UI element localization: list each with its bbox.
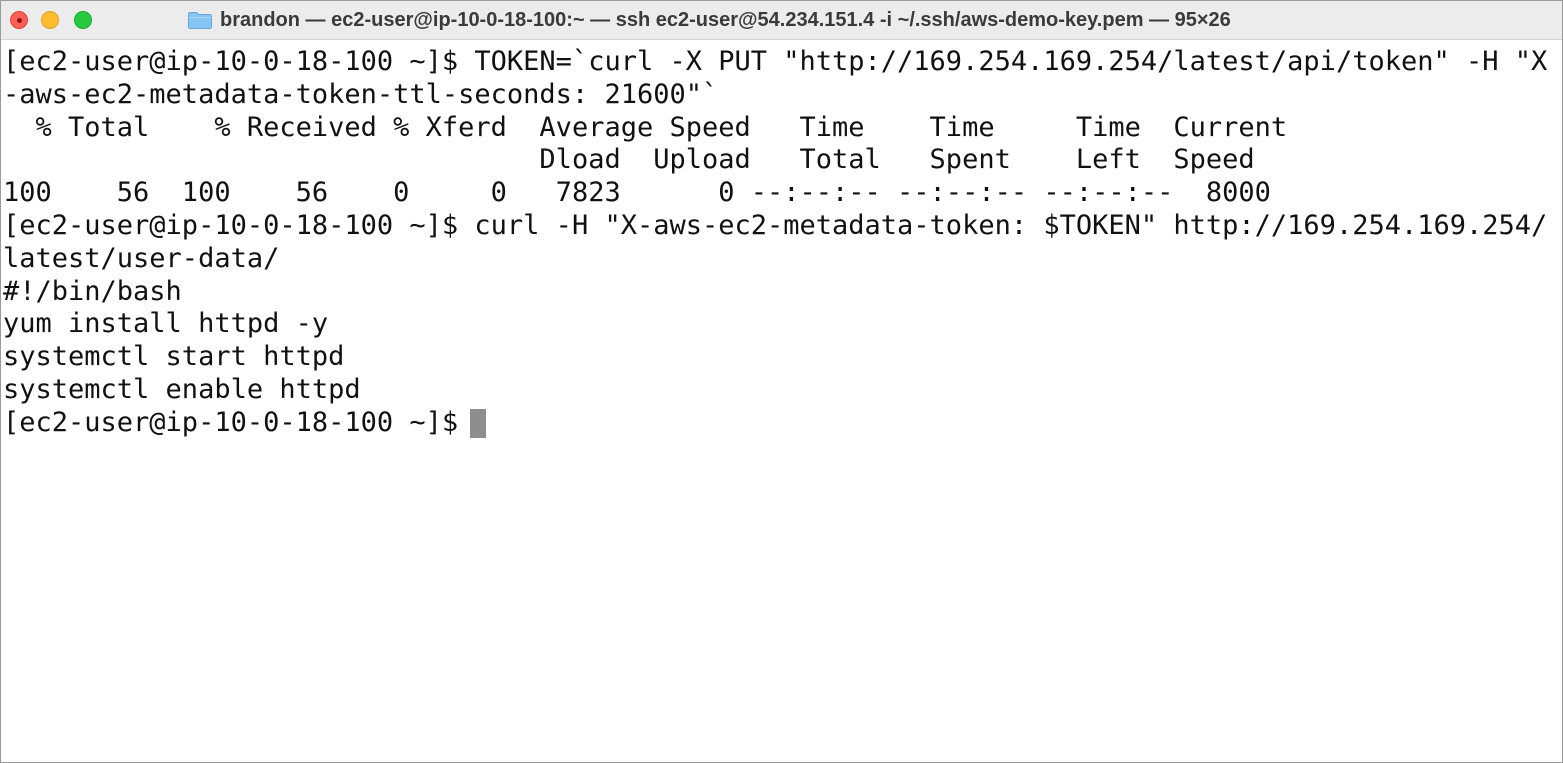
terminal-line: [ec2-user@ip-10-0-18-100 ~]$ TOKEN=`curl… [3,46,1548,77]
close-icon [17,18,22,23]
terminal-line: latest/user-data/ [3,242,280,274]
terminal-line: % Total % Received % Xferd Average Speed… [3,111,1288,143]
current-prompt-line[interactable]: [ec2-user@ip-10-0-18-100 ~]$ [3,407,1562,440]
shell-prompt: [ec2-user@ip-10-0-18-100 ~]$ [3,406,459,438]
minimize-button[interactable] [41,11,59,29]
zoom-button[interactable] [74,11,92,29]
terminal-line: #!/bin/bash [3,275,182,307]
terminal-line: systemctl enable httpd [3,373,361,405]
terminal-line: 100 56 100 56 0 0 7823 0 --:--:-- --:--:… [3,177,1271,209]
terminal-line: Dload Upload Total Spent Left Speed [3,144,1255,176]
terminal-window: brandon — ec2-user@ip-10-0-18-100:~ — ss… [0,0,1563,763]
terminal-line: [ec2-user@ip-10-0-18-100 ~]$ curl -H "X-… [3,209,1548,241]
window-title-area: brandon — ec2-user@ip-10-0-18-100:~ — ss… [187,7,1231,33]
text-cursor [470,408,487,438]
close-button[interactable] [10,11,28,29]
terminal-line: systemctl start httpd [3,341,345,373]
title-bar[interactable]: brandon — ec2-user@ip-10-0-18-100:~ — ss… [1,1,1562,40]
terminal-line: -aws-ec2-metadata-token-ttl-seconds: 216… [3,78,719,110]
terminal-line: yum install httpd -y [3,308,329,340]
window-title: brandon — ec2-user@ip-10-0-18-100:~ — ss… [220,8,1231,31]
terminal-output[interactable]: [ec2-user@ip-10-0-18-100 ~]$ TOKEN=`curl… [3,46,1562,762]
folder-icon [188,12,212,29]
